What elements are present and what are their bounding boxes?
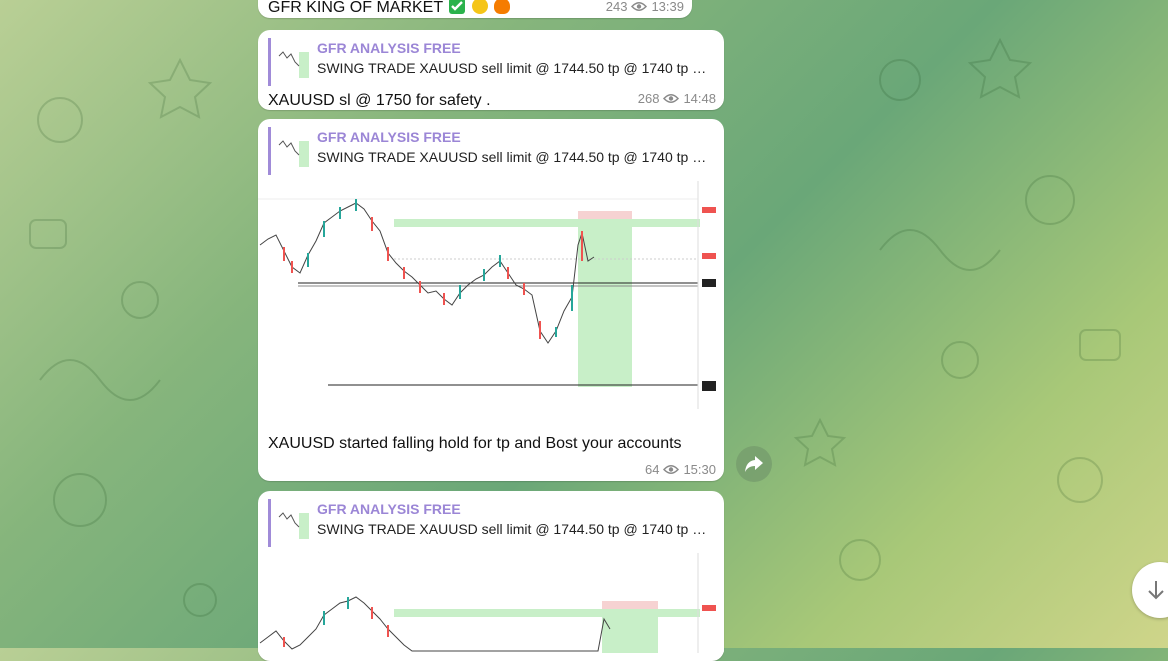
reply-thumbnail-chart bbox=[277, 42, 313, 80]
message-time: 15:30 bbox=[683, 462, 716, 477]
reply-preview[interactable]: GFR ANALYSIS FREE SWING TRADE XAUUSD sel… bbox=[268, 38, 714, 86]
trading-chart-image[interactable] bbox=[258, 181, 724, 421]
view-count: 268 bbox=[637, 91, 660, 106]
reply-thumbnail-chart bbox=[277, 503, 313, 541]
reply-snippet: SWING TRADE XAUUSD sell limit @ 1744.50 … bbox=[317, 60, 713, 76]
eye-icon bbox=[663, 465, 680, 474]
message-bubble[interactable]: GFR ANALYSIS FREE SWING TRADE XAUUSD sel… bbox=[258, 119, 724, 481]
message-time: 14:48 bbox=[683, 91, 716, 106]
eye-icon bbox=[663, 94, 680, 103]
message-bubble[interactable]: GFR ANALYSIS FREE SWING TRADE XAUUSD sel… bbox=[258, 491, 724, 661]
reply-preview[interactable]: GFR ANALYSIS FREE SWING TRADE XAUUSD sel… bbox=[268, 499, 714, 547]
message-bubble[interactable]: GFR KING OF MARKET 243 13:39 bbox=[258, 0, 692, 18]
message-meta: 64 15:30 bbox=[645, 462, 716, 477]
message-text: GFR KING OF MARKET bbox=[268, 0, 443, 16]
eye-icon bbox=[631, 2, 648, 11]
message-bubble[interactable]: GFR ANALYSIS FREE SWING TRADE XAUUSD sel… bbox=[258, 30, 724, 110]
reply-sender-name: GFR ANALYSIS FREE bbox=[317, 129, 461, 145]
scroll-to-bottom-button[interactable] bbox=[1132, 562, 1168, 618]
view-count: 64 bbox=[644, 462, 660, 477]
reply-thumbnail-chart bbox=[277, 131, 313, 169]
reply-snippet: SWING TRADE XAUUSD sell limit @ 1744.50 … bbox=[317, 521, 713, 537]
check-mark-emoji-icon bbox=[449, 0, 466, 14]
reply-preview[interactable]: GFR ANALYSIS FREE SWING TRADE XAUUSD sel… bbox=[268, 127, 714, 175]
arrow-down-icon bbox=[1148, 581, 1164, 600]
message-meta: 243 13:39 bbox=[606, 0, 684, 14]
message-meta: 268 14:48 bbox=[638, 91, 716, 106]
reply-sender-name: GFR ANALYSIS FREE bbox=[317, 40, 461, 56]
forward-button[interactable] bbox=[736, 446, 772, 482]
message-text: XAUUSD started falling hold for tp and B… bbox=[268, 435, 682, 452]
view-count: 243 bbox=[605, 0, 628, 14]
fire-emoji-icon bbox=[494, 0, 511, 14]
forward-arrow-icon bbox=[745, 456, 763, 472]
money-face-emoji-icon bbox=[471, 0, 488, 14]
reply-sender-name: GFR ANALYSIS FREE bbox=[317, 501, 461, 517]
reply-snippet: SWING TRADE XAUUSD sell limit @ 1744.50 … bbox=[317, 149, 713, 165]
trading-chart-image[interactable] bbox=[258, 553, 724, 653]
message-time: 13:39 bbox=[651, 0, 684, 14]
